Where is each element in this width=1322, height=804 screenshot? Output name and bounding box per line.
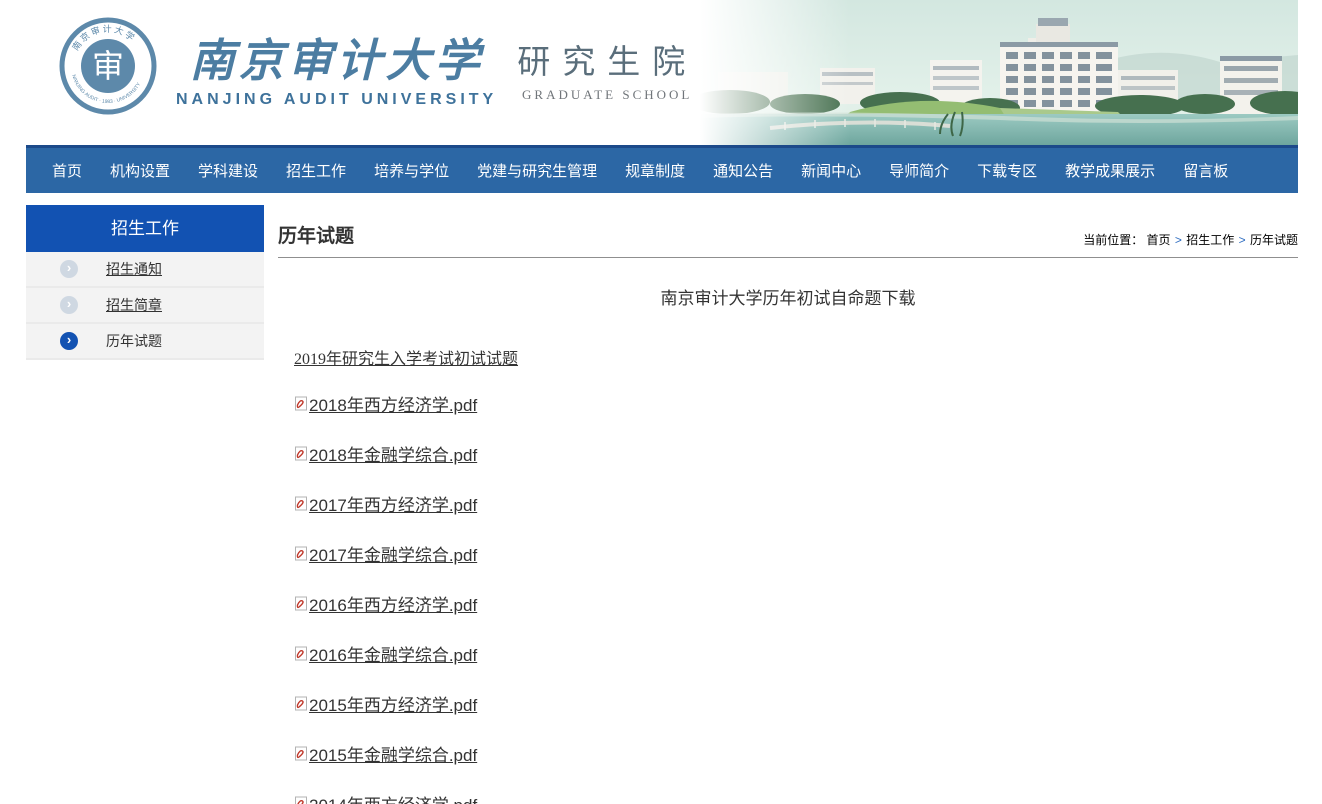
pdf-icon	[294, 796, 308, 804]
file-row: 2016年金融学综合.pdf	[294, 641, 1298, 662]
chevron-right-icon: ›	[60, 296, 78, 314]
file-link[interactable]: 2018年金融学综合.pdf	[294, 441, 477, 466]
file-row: 2016年西方经济学.pdf	[294, 591, 1298, 612]
pdf-icon	[294, 496, 308, 511]
exam-2019-link[interactable]: 2019年研究生入学考试初试试题	[294, 351, 518, 368]
file-name: 2017年西方经济学.pdf	[309, 491, 477, 516]
sidebar-item-label[interactable]: 招生简章	[106, 295, 162, 315]
seal-center-character: 审	[92, 48, 124, 84]
main-nav: 首页 机构设置 学科建设 招生工作 培养与学位 党建与研究生管理 规章制度 通知…	[26, 145, 1298, 193]
graduate-school-cn: 研究生院	[517, 35, 697, 83]
content-title: 南京审计大学历年初试自命题下载	[294, 284, 1282, 309]
body-row: 招生工作 › 招生通知 › 招生简章 › 历年试题 历年试题 当前位置： 首页	[26, 205, 1298, 804]
sidebar: 招生工作 › 招生通知 › 招生简章 › 历年试题	[26, 205, 264, 804]
logo-row: 南京审计大学 NANJING AUDIT · 1983 · UNIVERSITY…	[58, 0, 1298, 116]
nav-item-party-graduate-management[interactable]: 党建与研究生管理	[463, 160, 611, 181]
sidebar-item-label[interactable]: 历年试题	[106, 331, 162, 351]
file-link[interactable]: 2018年西方经济学.pdf	[294, 391, 477, 416]
pdf-icon	[294, 396, 308, 411]
sidebar-title: 招生工作	[26, 205, 264, 252]
pdf-icon	[294, 546, 308, 561]
chevron-right-icon: ›	[60, 260, 78, 278]
nav-item-regulations[interactable]: 规章制度	[611, 160, 699, 181]
nav-item-teaching-achievements[interactable]: 教学成果展示	[1051, 160, 1169, 181]
breadcrumb-admissions[interactable]: 招生工作	[1186, 233, 1234, 247]
pdf-icon	[294, 446, 308, 461]
breadcrumb-current[interactable]: 历年试题	[1250, 233, 1298, 247]
breadcrumb-separator: >	[1239, 233, 1246, 247]
file-link[interactable]: 2017年金融学综合.pdf	[294, 541, 477, 566]
graduate-school-block: 研究生院 GRADUATE SCHOOL	[517, 35, 697, 103]
breadcrumb-separator: >	[1175, 233, 1182, 247]
file-name: 2015年西方经济学.pdf	[309, 691, 477, 716]
nav-item-disciplines[interactable]: 学科建设	[184, 160, 272, 181]
university-name-block: 南京审计大学 NANJING AUDIT UNIVERSITY	[176, 24, 497, 109]
file-name: 2015年金融学综合.pdf	[309, 741, 477, 766]
university-seal-logo: 南京审计大学 NANJING AUDIT · 1983 · UNIVERSITY…	[58, 16, 158, 116]
nav-item-downloads[interactable]: 下载专区	[963, 160, 1051, 181]
nav-item-home[interactable]: 首页	[38, 160, 96, 181]
file-link[interactable]: 2017年西方经济学.pdf	[294, 491, 477, 516]
pdf-icon	[294, 596, 308, 611]
breadcrumb-prefix: 当前位置：	[1083, 233, 1143, 247]
pdf-icon	[294, 746, 308, 761]
nav-item-news-center[interactable]: 新闻中心	[787, 160, 875, 181]
file-link[interactable]: 2016年西方经济学.pdf	[294, 591, 477, 616]
site-header: 南京审计大学 NANJING AUDIT · 1983 · UNIVERSITY…	[26, 0, 1298, 145]
file-row: 2018年金融学综合.pdf	[294, 441, 1298, 462]
file-link[interactable]: 2014年西方经济学.pdf	[294, 791, 477, 804]
file-link[interactable]: 2015年金融学综合.pdf	[294, 741, 477, 766]
file-link[interactable]: 2015年西方经济学.pdf	[294, 691, 477, 716]
sidebar-item-admission-guide[interactable]: › 招生简章	[26, 288, 264, 324]
nav-item-supervisors[interactable]: 导师简介	[875, 160, 963, 181]
page-title: 历年试题	[278, 221, 354, 248]
file-row: 2015年金融学综合.pdf	[294, 741, 1298, 762]
graduate-school-en: GRADUATE SCHOOL	[517, 87, 697, 103]
university-name-cn: 南京审计大学	[176, 24, 497, 89]
file-link[interactable]: 2016年金融学综合.pdf	[294, 641, 477, 666]
nav-item-admissions[interactable]: 招生工作	[272, 160, 360, 181]
breadcrumb-home[interactable]: 首页	[1147, 233, 1171, 247]
page-container: 南京审计大学 NANJING AUDIT · 1983 · UNIVERSITY…	[26, 0, 1298, 804]
nav-item-notices[interactable]: 通知公告	[699, 160, 787, 181]
nav-item-guestbook[interactable]: 留言板	[1169, 160, 1242, 181]
sidebar-item-past-exams[interactable]: › 历年试题	[26, 324, 264, 360]
university-name-en: NANJING AUDIT UNIVERSITY	[176, 91, 497, 109]
breadcrumb: 当前位置： 首页 > 招生工作 > 历年试题	[1083, 231, 1298, 248]
file-row: 2017年西方经济学.pdf	[294, 491, 1298, 512]
file-row: 2014年西方经济学.pdf	[294, 791, 1298, 804]
file-name: 2014年西方经济学.pdf	[309, 791, 477, 804]
file-name: 2018年金融学综合.pdf	[309, 441, 477, 466]
nav-item-organization[interactable]: 机构设置	[96, 160, 184, 181]
sidebar-item-label[interactable]: 招生通知	[106, 259, 162, 279]
pdf-icon	[294, 646, 308, 661]
content-body: 南京审计大学历年初试自命题下载 2019年研究生入学考试初试试题 2018年西方…	[278, 258, 1298, 804]
content-header: 历年试题 当前位置： 首页 > 招生工作 > 历年试题	[278, 205, 1298, 258]
file-row: 2015年西方经济学.pdf	[294, 691, 1298, 712]
file-name: 2018年西方经济学.pdf	[309, 391, 477, 416]
top-link-row: 2019年研究生入学考试初试试题	[294, 345, 1298, 369]
file-row: 2018年西方经济学.pdf	[294, 391, 1298, 412]
file-name: 2016年金融学综合.pdf	[309, 641, 477, 666]
file-name: 2017年金融学综合.pdf	[309, 541, 477, 566]
file-row: 2017年金融学综合.pdf	[294, 541, 1298, 562]
file-name: 2016年西方经济学.pdf	[309, 591, 477, 616]
nav-item-cultivation-degrees[interactable]: 培养与学位	[360, 160, 463, 181]
main-content: 历年试题 当前位置： 首页 > 招生工作 > 历年试题 南京审计大学历年初试自命…	[264, 205, 1298, 804]
sidebar-item-admission-notice[interactable]: › 招生通知	[26, 252, 264, 288]
pdf-icon	[294, 696, 308, 711]
chevron-right-icon: ›	[60, 332, 78, 350]
